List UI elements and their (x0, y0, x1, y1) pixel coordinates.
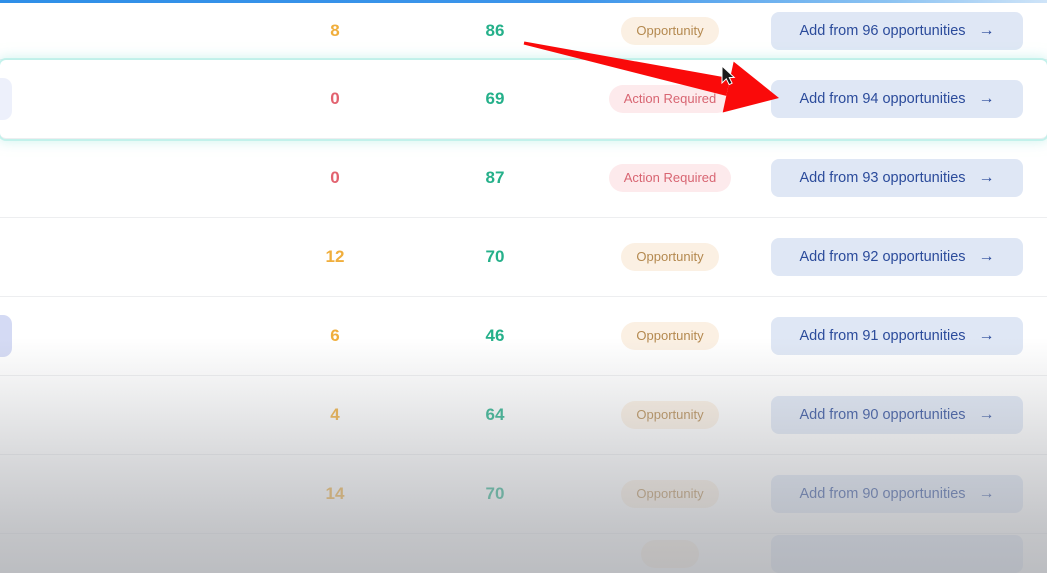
add-button-label: Add from 90 opportunities (799, 407, 966, 423)
arrow-right-icon: → (978, 327, 995, 344)
add-from-opportunities-button[interactable]: Add from 90 opportunities → (771, 475, 1023, 513)
add-from-opportunities-button[interactable]: Add from 92 opportunities → (771, 238, 1023, 276)
cell-action: Add from 96 opportunities → (771, 12, 1023, 50)
cell-score: 87 (485, 168, 505, 187)
top-accent-line (0, 0, 1047, 3)
cell-count-primary: 4 (330, 405, 340, 424)
status-badge: Opportunity (621, 322, 719, 350)
status-badge: Opportunity (621, 243, 719, 271)
screen-root: 8 86 Opportunity Add from 96 opportunities →… (0, 0, 1047, 573)
add-from-opportunities-button[interactable]: Add from 91 opportunities → (771, 317, 1023, 355)
cell-score: 86 (485, 21, 505, 40)
add-button-label: Add from 90 opportunities (799, 486, 966, 502)
cell-action: Add from 91 opportunities → (771, 317, 1023, 355)
cell-count-primary: 0 (330, 168, 340, 187)
cell-action: Add from 93 opportunities → (771, 159, 1023, 197)
arrow-right-icon: → (978, 90, 995, 107)
cell-status: Opportunity (595, 243, 745, 271)
cell-score: 70 (485, 484, 505, 503)
cell-action: Add from 92 opportunities → (771, 238, 1023, 276)
cell-score: 70 (485, 247, 505, 266)
status-badge: Opportunity (621, 17, 719, 45)
cell-status: Opportunity (595, 401, 745, 429)
table-row[interactable]: 4 64 Opportunity Add from 90 opportunities → (0, 376, 1047, 455)
status-badge: Action Required (608, 85, 732, 113)
arrow-right-icon: → (978, 406, 995, 423)
cell-count-primary: 8 (330, 21, 340, 40)
cell-status: Action Required (595, 164, 745, 192)
add-button-label: Add from 93 opportunities (799, 170, 966, 186)
row-leading-chip[interactable] (0, 78, 12, 120)
add-button-label: Add from 91 opportunities (799, 328, 966, 344)
table-row-partial[interactable] (0, 534, 1047, 573)
add-from-opportunities-button[interactable]: Add from 96 opportunities → (771, 12, 1023, 50)
cell-count-primary: 14 (325, 484, 345, 503)
cell-action: Add from 90 opportunities → (771, 475, 1023, 513)
add-from-opportunities-button[interactable]: Add from 94 opportunities → (771, 80, 1023, 118)
table-row[interactable]: 0 87 Action Required Add from 93 opportunit… (0, 139, 1047, 218)
cell-status: Opportunity (595, 322, 745, 350)
cell-count-primary: 6 (330, 326, 340, 345)
status-badge (640, 540, 700, 568)
cell-count-primary: 0 (330, 89, 340, 108)
row-leading-chip[interactable] (0, 315, 12, 357)
opportunities-table: 8 86 Opportunity Add from 96 opportunities →… (0, 3, 1047, 573)
add-button-label: Add from 94 opportunities (799, 91, 966, 107)
add-from-opportunities-button[interactable] (771, 535, 1023, 573)
status-badge: Opportunity (621, 401, 719, 429)
arrow-right-icon: → (978, 248, 995, 265)
cell-action: Add from 90 opportunities → (771, 396, 1023, 434)
table-row[interactable]: 12 70 Opportunity Add from 92 opportunities… (0, 218, 1047, 297)
arrow-right-icon: → (978, 169, 995, 186)
add-from-opportunities-button[interactable]: Add from 93 opportunities → (771, 159, 1023, 197)
table-row[interactable]: 0 69 Action Required Add from 94 opportunit… (0, 60, 1047, 139)
cell-count-primary: 12 (325, 247, 345, 266)
status-badge: Opportunity (621, 480, 719, 508)
cell-action (771, 535, 1023, 573)
table-row[interactable]: 14 70 Opportunity Add from 90 opportunities… (0, 455, 1047, 534)
cell-status: Opportunity (595, 17, 745, 45)
cell-score: 46 (485, 326, 505, 345)
cell-score: 69 (485, 89, 505, 108)
cell-status: Action Required (595, 85, 745, 113)
arrow-right-icon: → (978, 22, 995, 39)
cell-score: 64 (485, 405, 505, 424)
cell-status: Opportunity (595, 480, 745, 508)
table-row[interactable]: 6 46 Opportunity Add from 91 opportunities → (0, 297, 1047, 376)
status-badge: Action Required (608, 164, 732, 192)
add-button-label: Add from 96 opportunities (799, 23, 966, 39)
cell-status (595, 540, 745, 568)
add-from-opportunities-button[interactable]: Add from 90 opportunities → (771, 396, 1023, 434)
cell-action: Add from 94 opportunities → (771, 80, 1023, 118)
add-button-label: Add from 92 opportunities (799, 249, 966, 265)
arrow-right-icon: → (978, 485, 995, 502)
table-row[interactable]: 8 86 Opportunity Add from 96 opportunities → (0, 3, 1047, 60)
